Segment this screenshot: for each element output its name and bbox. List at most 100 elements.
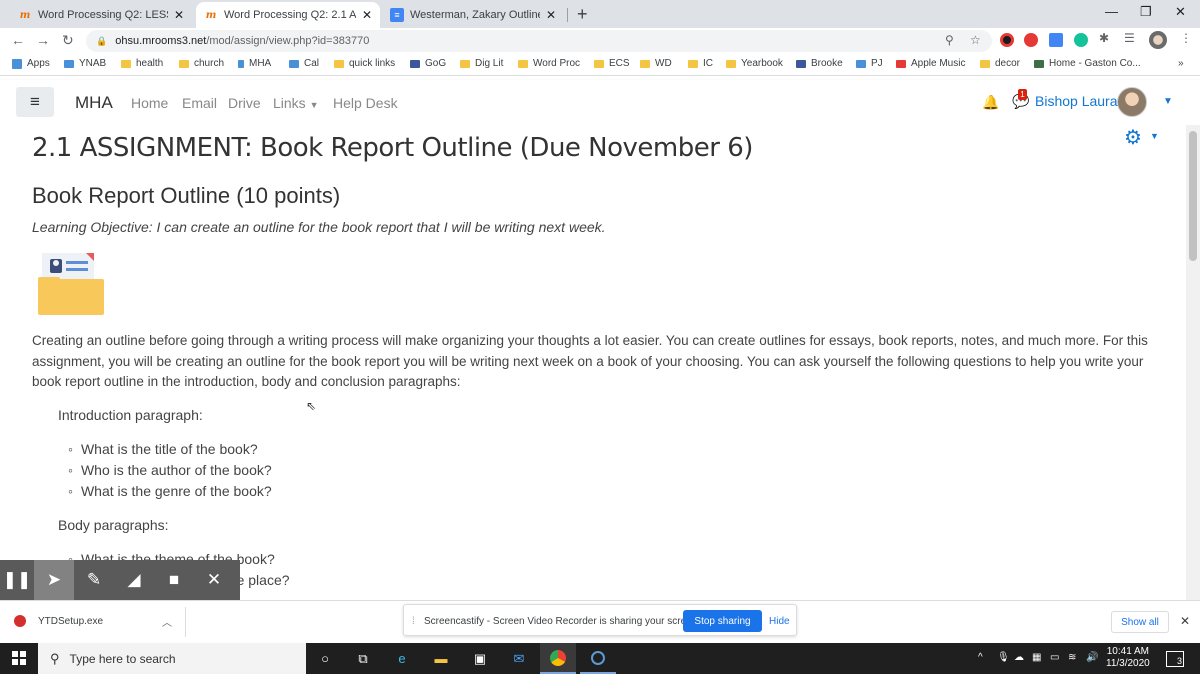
bookmark-apps[interactable]: Apps [12, 58, 50, 69]
nav-drive[interactable]: Drive [228, 95, 261, 111]
bookmark-folder[interactable]: Word Proc [518, 58, 580, 69]
windows-start-icon[interactable] [12, 651, 26, 665]
page-scrollbar[interactable] [1186, 125, 1200, 600]
nav-email[interactable]: Email [182, 95, 217, 111]
close-window-icon[interactable]: ✕ [1175, 4, 1186, 20]
pen-tool-icon[interactable]: ✎ [74, 560, 114, 600]
nav-links[interactable]: Links ▼ [273, 95, 319, 111]
body-heading: Body paragraphs: [58, 517, 169, 533]
bookmark-apple-music[interactable]: Apple Music [896, 58, 965, 69]
bookmark-home-gaston[interactable]: Home - Gaston Co... [1034, 58, 1141, 69]
extension-icon[interactable] [1024, 33, 1038, 47]
bookmark-brooke[interactable]: Brooke [796, 58, 843, 69]
reload-icon[interactable]: ↻ [62, 32, 74, 49]
address-bar[interactable]: 🔒 ohsu.mrooms3.net/mod/assign/view.php?i… [86, 30, 992, 52]
list-item: Who is the author of the book? [68, 460, 272, 481]
reading-list-icon[interactable]: ☰ [1124, 31, 1138, 45]
bookmark-pj[interactable]: PJ [856, 58, 883, 69]
drag-handle-icon[interactable]: ⁞ [412, 616, 415, 627]
onedrive-icon[interactable]: ☁ [1014, 652, 1024, 663]
screencastify-taskbar-icon[interactable] [580, 643, 616, 674]
forward-arrow-icon[interactable]: → [36, 32, 50, 48]
camera-icon[interactable]: ■ [154, 560, 194, 600]
network-icon[interactable]: ▦ [1032, 652, 1041, 663]
profile-avatar[interactable] [1149, 31, 1167, 49]
bookmark-gog[interactable]: GoG [410, 58, 446, 69]
store-icon[interactable]: ▣ [471, 650, 489, 667]
wifi-icon[interactable]: ≋ [1068, 652, 1076, 663]
bookmark-star-icon[interactable]: ☆ [970, 33, 981, 47]
hide-button[interactable]: Hide [769, 616, 790, 627]
close-shelf-icon[interactable]: ✕ [1180, 614, 1190, 628]
grammarly-icon[interactable] [1074, 33, 1088, 47]
bookmark-folder[interactable]: decor [980, 58, 1020, 69]
cursor-tool-icon[interactable]: ➤ [34, 560, 74, 600]
download-item[interactable]: YTDSetup.exe [14, 615, 103, 627]
tab-separator [567, 8, 568, 22]
action-center-icon[interactable]: 3 [1166, 651, 1184, 667]
taskbar-search[interactable]: ⚲ Type here to search [38, 643, 306, 674]
mail-icon[interactable]: ✉ [510, 650, 528, 667]
extension-icon[interactable] [1049, 33, 1063, 47]
cortana-icon[interactable]: ○ [316, 650, 334, 667]
close-tab-icon[interactable]: ✕ [174, 8, 184, 22]
extension-icon[interactable] [1000, 33, 1014, 47]
nav-help-desk[interactable]: Help Desk [333, 95, 398, 111]
user-menu-caret-icon[interactable]: ▼ [1163, 96, 1173, 107]
microphone-icon[interactable]: 🎙 [997, 652, 1010, 663]
close-tab-icon[interactable]: ✕ [546, 8, 556, 22]
bookmark-ynab[interactable]: YNAB [64, 58, 106, 69]
bookmark-folder[interactable]: health [121, 58, 163, 69]
page-title: 2.1 ASSIGNMENT: Book Report Outline (Due… [32, 133, 753, 163]
edge-icon[interactable]: e [393, 650, 411, 667]
user-name[interactable]: Bishop Laura [1035, 93, 1118, 109]
task-view-icon[interactable]: ⧉ [354, 650, 372, 667]
chrome-taskbar-icon[interactable] [540, 643, 576, 674]
pause-icon[interactable]: ❚❚ [0, 560, 34, 600]
minimize-window-icon[interactable]: — [1105, 4, 1118, 19]
browser-tab[interactable]: m Word Processing Q2: LESSON: O ✕ [10, 2, 192, 28]
tray-overflow-icon[interactable]: ^ [978, 652, 983, 663]
new-tab-button[interactable]: + [577, 4, 588, 25]
show-all-downloads-button[interactable]: Show all [1111, 611, 1169, 633]
volume-icon[interactable]: 🔊 [1086, 652, 1098, 663]
folder-icon [688, 59, 698, 68]
nav-home[interactable]: Home [131, 95, 168, 111]
stop-sharing-button[interactable]: Stop sharing [683, 610, 762, 632]
bookmark-mha[interactable]: MHA [238, 58, 271, 69]
chrome-menu-icon[interactable]: ⋮ [1180, 31, 1194, 45]
scrollbar-thumb[interactable] [1189, 131, 1197, 261]
messages-icon[interactable]: 💬 1 [1012, 89, 1029, 110]
zoom-icon[interactable]: ⚲ [945, 33, 954, 47]
browser-tab-active[interactable]: m Word Processing Q2: 2.1 ASSIGN ✕ [196, 2, 380, 28]
screencastify-icon [591, 650, 605, 665]
back-arrow-icon[interactable]: ← [11, 32, 25, 48]
user-avatar[interactable] [1117, 87, 1147, 117]
folder-icon [518, 59, 528, 68]
close-toolbar-icon[interactable]: ✕ [194, 560, 234, 600]
browser-toolbar: ← → ↻ 🔒 ohsu.mrooms3.net/mod/assign/view… [0, 28, 1200, 54]
hamburger-menu-icon[interactable]: ≡ [16, 87, 54, 117]
close-tab-icon[interactable]: ✕ [362, 8, 372, 22]
bookmark-folder[interactable]: IC [688, 58, 713, 69]
taskbar-clock[interactable]: 10:41 AM 11/3/2020 [1106, 646, 1150, 670]
notifications-bell-icon[interactable]: 🔔 [982, 94, 999, 111]
bookmark-folder[interactable]: church [179, 58, 224, 69]
extensions-puzzle-icon[interactable]: ✱ [1099, 31, 1113, 45]
bookmark-folder[interactable]: quick links [334, 58, 395, 69]
download-options-caret-icon[interactable]: ︿ [162, 614, 172, 629]
bookmarks-overflow-icon[interactable]: » [1178, 58, 1184, 69]
bookmark-folder[interactable]: WD [640, 58, 672, 69]
bookmark-cal[interactable]: Cal [289, 58, 319, 69]
eraser-tool-icon[interactable]: ◢ [114, 560, 154, 600]
settings-gear-icon[interactable]: ⚙ [1124, 125, 1142, 150]
bookmark-folder[interactable]: ECS [594, 58, 630, 69]
restore-window-icon[interactable]: ❐ [1140, 4, 1152, 20]
settings-caret-icon[interactable]: ▼ [1150, 131, 1159, 141]
bookmark-folder[interactable]: Yearbook [726, 58, 783, 69]
browser-tab[interactable]: ≡ Westerman, Zakary Outline - Goo ✕ [382, 2, 564, 28]
file-explorer-icon[interactable]: ▬ [432, 650, 450, 667]
bookmark-folder[interactable]: Dig Lit [460, 58, 503, 69]
battery-icon[interactable]: ▭ [1050, 652, 1059, 663]
site-brand[interactable]: MHA [75, 93, 113, 113]
